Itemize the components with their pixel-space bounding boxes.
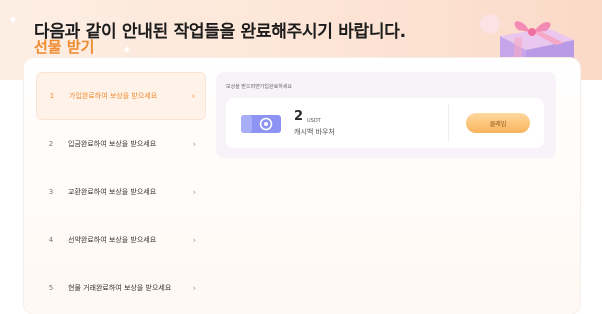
page-subtitle: 선물 받기 [34,38,95,56]
step-number: 3 [48,188,54,196]
step-number: 4 [48,236,54,244]
step-label: 현물 거래완료하여 보상을 받으세요 [68,284,172,292]
step-label: 가입완료하여 보상을 받으세요 [69,92,158,100]
task-step[interactable]: 1 가입완료하여 보상을 받으세요 › [36,72,206,120]
task-step-list: 1 가입완료하여 보상을 받으세요 › 2 입금완료하여 보상을 받으세요 › … [36,72,206,312]
step-number: 1 [49,92,55,100]
sparkle-icon: ✦ [122,43,133,57]
task-step[interactable]: 2 입금완료하여 보상을 받으세요 › [36,120,206,168]
reward-unit: USDT [307,118,321,124]
voucher-ticket-icon [241,115,281,133]
chevron-right-icon: › [192,235,196,245]
step-number: 5 [48,284,54,292]
chevron-right-icon: › [192,283,196,293]
chevron-right-icon: › [192,139,196,149]
task-step[interactable]: 3 교환완료하여 보상을 받으세요 › [36,168,206,216]
claim-button[interactable]: 클레임 [466,113,530,133]
sparkle-icon: ✦ [8,13,19,27]
reward-amount: 2 [294,109,304,124]
task-step[interactable]: 5 현물 거래완료하여 보상을 받으세요 › [36,264,206,312]
task-content: 보상을 받으려면가입완료하세요 2 USDT 캐시백 바우처 클레임 [216,72,556,158]
step-label: 교환완료하여 보상을 받으세요 [68,188,157,196]
step-label: 선약완료하여 보상을 받으세요 [68,236,157,244]
reward-card: 2 USDT 캐시백 바우처 클레임 [226,98,544,148]
task-step[interactable]: 4 선약완료하여 보상을 받으세요 › [36,216,206,264]
chevron-right-icon: › [192,187,196,197]
divider [448,104,449,142]
reward-name: 캐시백 바우처 [294,128,335,136]
step-label: 입금완료하여 보상을 받으세요 [68,140,157,148]
task-hint: 보상을 받으려면가입완료하세요 [226,84,292,90]
step-number: 2 [48,140,54,148]
reward-info: 2 USDT 캐시백 바우처 [226,98,448,148]
chevron-right-icon: › [191,91,195,101]
